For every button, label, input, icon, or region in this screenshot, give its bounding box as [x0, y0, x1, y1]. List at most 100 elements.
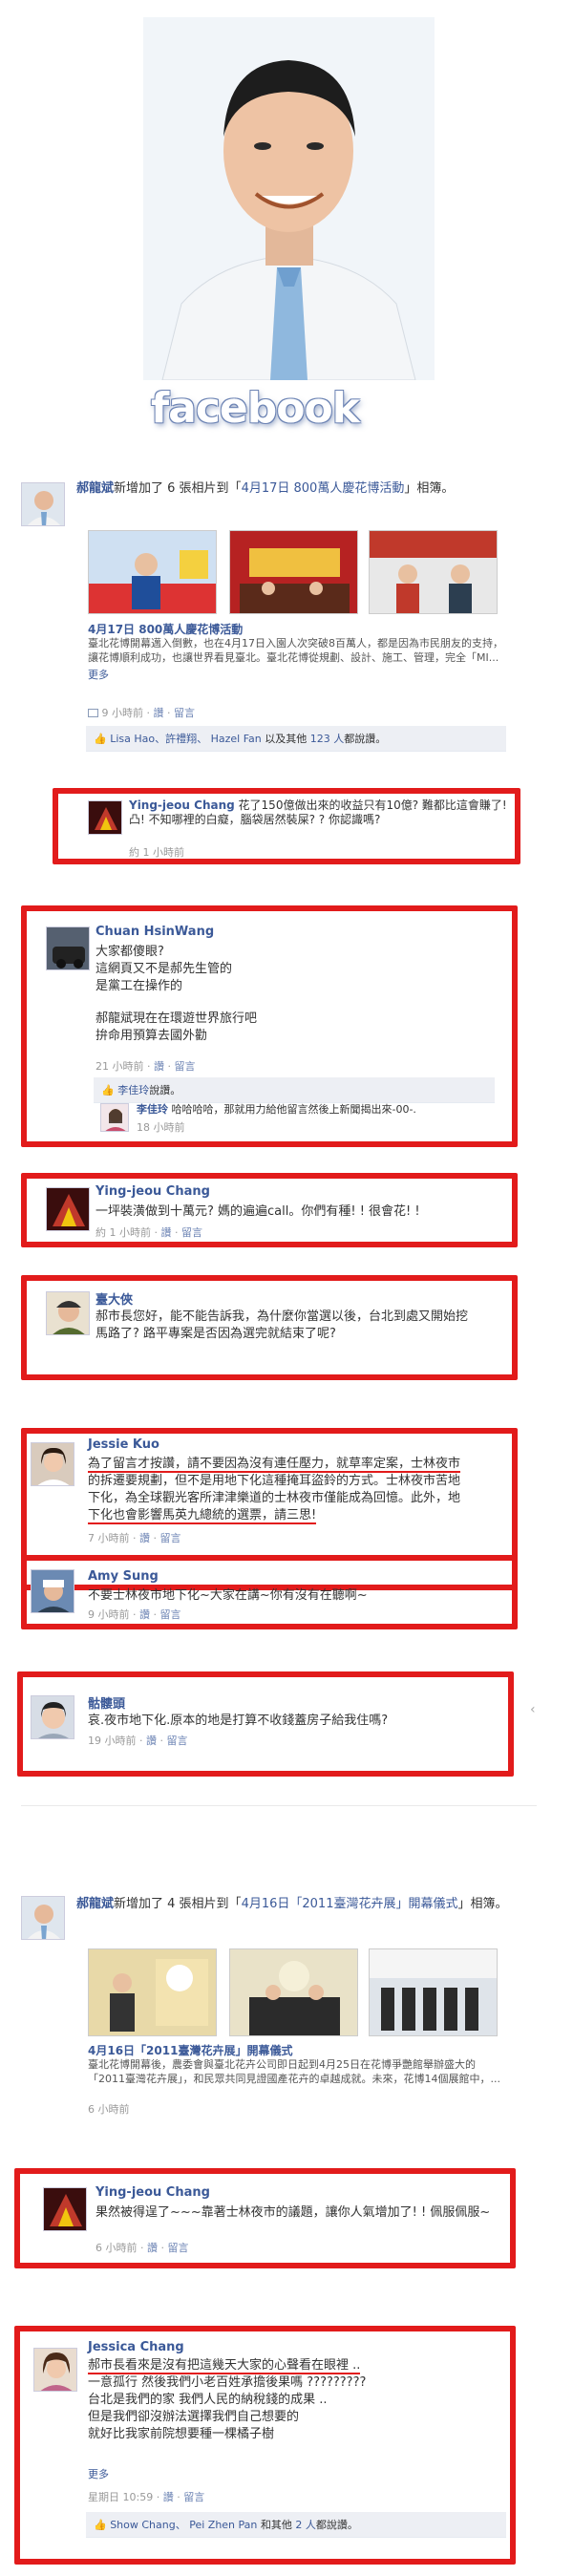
comment-meta: 約 1 小時前 · 讚 · 留言	[96, 1226, 202, 1239]
commenter-name[interactable]: Ying-jeou Chang	[96, 1184, 210, 1199]
comment-line: 下化，為全球觀光客所津津樂道的士林夜市僅能成為回憶。此外，地	[88, 1491, 461, 1505]
likes-summary: 👍 Show Chang、 Pei Zhen Pan 和其他 2 人都說讚。	[86, 2512, 506, 2538]
see-more-link[interactable]: 更多	[88, 2466, 109, 2481]
comment-body: 郝市長看來是沒有把這幾天大家的心聲看在眼裡 .. 一意孤行 然後我們小老百姓承擔…	[88, 2357, 508, 2443]
author-avatar[interactable]	[21, 482, 65, 526]
photo-thumbnail[interactable]	[369, 1948, 498, 2036]
liker-name[interactable]: 李佳玲	[117, 1084, 149, 1096]
comment-line: 這網頁又不是郝先生管的	[96, 962, 233, 976]
commenter-name[interactable]: Ying-jeou Chang	[96, 2185, 210, 2200]
timestamp: 9 小時前	[101, 707, 144, 719]
album-title[interactable]: 4月16日「2011臺灣花卉展」開幕儀式	[88, 2042, 292, 2058]
comment-meta: 星期日 10:59 · 讚 · 留言	[88, 2491, 205, 2503]
like-link[interactable]: 讚	[161, 1226, 172, 1239]
thumbs-up-icon: 👍	[101, 1084, 115, 1096]
photo-thumbnail[interactable]	[369, 530, 498, 614]
avatar-image	[32, 1570, 74, 1612]
comment-line: 的拆遷要規劃，但不是用地下化這種掩耳盜鈴的方式。士林夜市苦地	[88, 1474, 461, 1488]
comment-link[interactable]: 留言	[168, 2242, 189, 2254]
timestamp: 19 小時前	[88, 1735, 137, 1747]
post-author[interactable]: 郝龍斌	[76, 481, 114, 496]
photo-thumbnail[interactable]	[229, 1948, 358, 2036]
comment-link[interactable]: 留言	[160, 1532, 181, 1544]
post-action-text: 新增加了 4 張相片到「	[114, 1897, 242, 1911]
photo-thumbnail-image	[89, 531, 216, 613]
comment-link[interactable]: 留言	[181, 1226, 202, 1239]
like-link[interactable]: 讚	[146, 1735, 157, 1747]
album-title[interactable]: 4月17日 800萬人慶花博活動	[88, 621, 243, 637]
comment-body: 郝市長您好，能不能告訴我，為什麼你當選以後，台北到處又開始挖 馬路了? 路平專案…	[96, 1309, 506, 1343]
photo-thumbnail[interactable]	[229, 530, 358, 614]
like-link[interactable]: 讚	[154, 1060, 164, 1073]
like-link[interactable]: 讚	[139, 1532, 150, 1544]
post-timestamp: 6 小時前	[88, 2103, 130, 2116]
commenter-name[interactable]: 臺大俠	[96, 1289, 133, 1308]
portrait-illustration	[143, 17, 435, 380]
likes-suffix: 以及其他	[265, 733, 308, 745]
commenter-name[interactable]: Jessica Chang	[88, 2340, 184, 2354]
comment-link[interactable]: 留言	[183, 2491, 204, 2503]
avatar-image	[101, 1104, 128, 1131]
avatar-image	[44, 2188, 86, 2230]
avatar-image	[22, 1897, 64, 1939]
like-link[interactable]: 讚	[147, 2242, 158, 2254]
commenter-name[interactable]: Chuan HsinWang	[96, 925, 214, 939]
comment-link[interactable]: 留言	[167, 1735, 188, 1747]
likes-summary: 👍 李佳玲說讚。	[94, 1077, 495, 1103]
comment-line: 就好比我家前院想要種一棵橘子樹	[88, 2427, 275, 2441]
commenter-avatar[interactable]	[33, 2348, 77, 2392]
like-link[interactable]: 讚	[154, 707, 164, 719]
comment-meta: 6 小時前 · 讚 · 留言	[96, 2242, 189, 2254]
like-link[interactable]: 讚	[163, 2491, 174, 2503]
timestamp: 9 小時前	[88, 1608, 130, 1621]
album-description: 臺北花博開幕後，農委會與臺北花卉公司即日起到4月25日在花博爭艷館舉辦盛大的「2…	[88, 2058, 500, 2085]
commenter-avatar[interactable]	[43, 2187, 87, 2231]
comment-line: 是黨工在操作的	[96, 979, 183, 993]
reply-avatar[interactable]	[100, 1103, 129, 1132]
commenter-avatar[interactable]	[31, 1569, 74, 1613]
likes-count-link[interactable]: 123 人	[310, 733, 345, 745]
comment-body: 為了留言才按讚，請不要因為沒有連任壓力，就草率定案，士林夜市 的拆遷要規劃，但不…	[88, 1456, 508, 1524]
photo-thumbnail[interactable]	[88, 1948, 217, 2036]
thumbs-up-icon: 👍	[94, 2519, 107, 2531]
post-action-text-end: 」相簿。	[404, 481, 455, 496]
post-action-text-end: 」相簿。	[457, 1897, 508, 1911]
album-link[interactable]: 4月17日 800萬人慶花博活動	[242, 481, 405, 496]
scroll-arrow-icon[interactable]: ‹	[530, 1702, 536, 1717]
commenter-avatar[interactable]	[46, 1187, 90, 1231]
likes-count-link[interactable]: 2 人	[295, 2519, 316, 2531]
avatar-image	[47, 1292, 89, 1334]
commenter-name[interactable]: Amy Sung	[88, 1569, 159, 1584]
commenter-avatar[interactable]	[31, 1442, 74, 1486]
avatar-image	[32, 1696, 74, 1738]
comment-link[interactable]: 留言	[175, 1060, 196, 1073]
comment-line: 但是我們卻沒辦法選擇我們自己想要的	[88, 2410, 300, 2424]
divider	[21, 1805, 537, 1806]
comment-link[interactable]: 留言	[160, 1608, 181, 1621]
commenter-name[interactable]: 骷髏頭	[88, 1693, 125, 1712]
profile-portrait	[143, 17, 435, 380]
see-more-link[interactable]: 更多	[88, 667, 109, 682]
like-link[interactable]: 讚	[139, 1608, 150, 1621]
likes-tail: 說讚。	[149, 1084, 181, 1096]
photo-thumbnail-image	[230, 531, 357, 613]
album-link[interactable]: 4月16日「2011臺灣花卉展」開幕儀式	[242, 1897, 458, 1911]
likers-names[interactable]: Lisa Hao、許禮翔、 Hazel Fan	[110, 733, 262, 745]
reply-timestamp: 18 小時前	[137, 1121, 185, 1134]
likes-tail: 都說讚。	[344, 733, 387, 745]
commenter-name[interactable]: Ying-jeou Chang	[129, 798, 235, 812]
photo-thumbnail[interactable]	[88, 530, 217, 614]
commenter-avatar[interactable]	[46, 1291, 90, 1335]
photo-thumbnail-image	[370, 531, 497, 613]
comment-link[interactable]: 留言	[174, 707, 195, 719]
likers-names[interactable]: Show Chang、 Pei Zhen Pan	[110, 2519, 257, 2531]
commenter-avatar[interactable]	[88, 800, 122, 835]
reply-name[interactable]: 李佳玲	[137, 1103, 168, 1116]
commenter-avatar[interactable]	[46, 926, 90, 970]
post-author[interactable]: 郝龍斌	[76, 1897, 114, 1911]
commenter-avatar[interactable]	[31, 1695, 74, 1739]
photo-thumbnail-image	[370, 1949, 497, 2035]
commenter-name[interactable]: Jessie Kuo	[88, 1437, 159, 1452]
author-avatar[interactable]	[21, 1896, 65, 1940]
comment-text: 一坪裝潢做到十萬元? 媽的遍遍call。你們有種! ! 很會花! !	[96, 1204, 420, 1219]
